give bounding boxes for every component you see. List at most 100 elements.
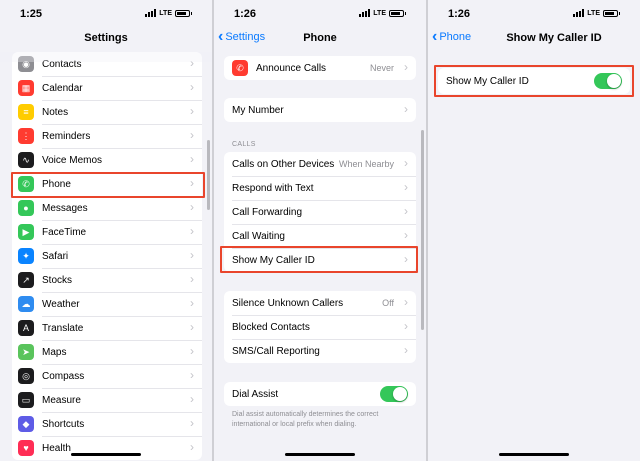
dial-assist-group: Dial Assist	[224, 382, 416, 406]
my-number-label: My Number	[232, 104, 284, 116]
call-waiting-row[interactable]: Call Waiting ›	[224, 224, 416, 248]
settings-item-label: Shortcuts	[42, 418, 85, 430]
chevron-right-icon: ›	[190, 416, 194, 430]
sidebar-item-compass[interactable]: ◎ Compass ›	[12, 364, 202, 388]
status-indicators: LTE	[359, 9, 406, 17]
weather-icon: ☁	[18, 296, 34, 312]
sidebar-item-measure[interactable]: ▭ Measure ›	[12, 388, 202, 412]
chevron-right-icon: ›	[404, 180, 408, 194]
sms-call-reporting-row[interactable]: SMS/Call Reporting ›	[224, 339, 416, 363]
sidebar-item-notes[interactable]: ≡ Notes ›	[12, 100, 202, 124]
highlight-phone	[11, 172, 205, 198]
home-indicator[interactable]	[499, 453, 569, 456]
chevron-right-icon: ›	[190, 104, 194, 118]
home-indicator[interactable]	[285, 453, 355, 456]
status-indicators: LTE	[573, 9, 620, 17]
chevron-right-icon: ›	[404, 204, 408, 218]
row-label: Call Waiting	[232, 230, 285, 242]
announce-calls-value: Never	[369, 63, 394, 73]
network-type: LTE	[587, 9, 600, 17]
calendar-icon: ▦	[18, 80, 34, 96]
translate-icon: A	[18, 320, 34, 336]
row-label: Calls on Other Devices	[232, 158, 335, 170]
dial-assist-toggle[interactable]	[380, 386, 408, 402]
sidebar-item-maps[interactable]: ➤ Maps ›	[12, 340, 202, 364]
page-title: Phone	[303, 32, 337, 44]
sidebar-item-translate[interactable]: A Translate ›	[12, 316, 202, 340]
maps-icon: ➤	[18, 344, 34, 360]
sidebar-item-voice-memos[interactable]: ∿ Voice Memos ›	[12, 148, 202, 172]
voice-memos-icon: ∿	[18, 152, 34, 168]
call-forwarding-row[interactable]: Call Forwarding ›	[224, 200, 416, 224]
sidebar-item-calendar[interactable]: ▦ Calendar ›	[12, 76, 202, 100]
back-label: Phone	[439, 31, 472, 43]
blocked-contacts-row[interactable]: Blocked Contacts ›	[224, 315, 416, 339]
nav-bar: ‹ Phone Show My Caller ID	[428, 28, 640, 50]
settings-list: ◉ Contacts › ▦ Calendar › ≡ Notes › ⋮ Reminders › ∿ V…	[12, 52, 202, 460]
settings-item-label: Compass	[42, 370, 85, 382]
status-indicators: LTE	[145, 9, 192, 17]
chevron-right-icon: ›	[404, 60, 408, 74]
row-label: Respond with Text	[232, 182, 314, 194]
sidebar-item-messages[interactable]: ● Messages ›	[12, 196, 202, 220]
settings-item-label: Measure	[42, 394, 81, 406]
silence-unknown-callers-row[interactable]: Silence Unknown Callers Off ›	[224, 291, 416, 315]
sidebar-item-safari[interactable]: ✦ Safari ›	[12, 244, 202, 268]
sidebar-item-shortcuts[interactable]: ◆ Shortcuts ›	[12, 412, 202, 436]
sidebar-item-weather[interactable]: ☁ Weather ›	[12, 292, 202, 316]
chevron-right-icon: ›	[190, 344, 194, 358]
blocking-group: Silence Unknown Callers Off › Blocked Conta…	[224, 291, 416, 363]
battery-icon	[175, 9, 192, 17]
chevron-right-icon: ›	[404, 295, 408, 309]
network-type: LTE	[373, 9, 386, 17]
stocks-icon: ↗	[18, 272, 34, 288]
sidebar-item-stocks[interactable]: ↗ Stocks ›	[12, 268, 202, 292]
status-time: 1:25	[20, 8, 43, 20]
reminders-icon: ⋮	[18, 128, 34, 144]
shortcuts-icon: ◆	[18, 416, 34, 432]
status-bar: 1:26 LTE	[214, 0, 426, 22]
calls-section-header: CALLS	[232, 141, 256, 148]
page-title: Settings	[84, 32, 128, 44]
settings-item-label: Messages	[42, 202, 88, 214]
health-icon: ♥	[18, 440, 34, 456]
settings-item-label: Weather	[42, 298, 80, 310]
settings-item-label: FaceTime	[42, 226, 87, 238]
notes-icon: ≡	[18, 104, 34, 120]
sidebar-item-reminders[interactable]: ⋮ Reminders ›	[12, 124, 202, 148]
row-value: When Nearby	[338, 159, 394, 169]
chevron-left-icon: ‹	[432, 28, 438, 45]
settings-item-label: Stocks	[42, 274, 73, 286]
status-time: 1:26	[234, 8, 257, 20]
announce-calls-label: Announce Calls	[256, 62, 327, 74]
row-label: Call Forwarding	[232, 206, 303, 218]
settings-item-label: Maps	[42, 346, 67, 358]
home-indicator[interactable]	[71, 453, 141, 456]
sidebar-item-health[interactable]: ♥ Health ›	[12, 436, 202, 460]
chevron-right-icon: ›	[190, 152, 194, 166]
calls-on-other-devices-row[interactable]: Calls on Other Devices When Nearby ›	[224, 152, 416, 176]
status-bar: 1:25 LTE	[0, 0, 212, 22]
battery-icon	[603, 9, 620, 17]
my-number-row[interactable]: My Number ›	[224, 98, 416, 122]
settings-item-label: Safari	[42, 250, 69, 262]
battery-icon	[389, 9, 406, 17]
announce-calls-row[interactable]: ✆ Announce Calls Never ›	[224, 56, 416, 80]
signal-icon	[573, 9, 585, 17]
scrollbar[interactable]	[421, 130, 424, 330]
back-button[interactable]: ‹ Phone	[432, 28, 472, 45]
highlight-show-caller-id	[220, 246, 418, 273]
chevron-right-icon: ›	[190, 296, 194, 310]
chevron-right-icon: ›	[190, 200, 194, 214]
sidebar-item-facetime[interactable]: ▶ FaceTime ›	[12, 220, 202, 244]
respond-with-text-row[interactable]: Respond with Text ›	[224, 176, 416, 200]
caller-id-screen: 1:26 LTE ‹ Phone Show My Caller ID Show …	[428, 0, 640, 461]
scrollbar[interactable]	[207, 140, 210, 210]
nav-bar: Settings	[0, 28, 212, 50]
chevron-right-icon: ›	[190, 248, 194, 262]
chevron-right-icon: ›	[190, 440, 194, 454]
settings-item-label: Health	[42, 442, 71, 454]
status-time: 1:26	[448, 8, 471, 20]
chevron-right-icon: ›	[404, 156, 408, 170]
chevron-right-icon: ›	[190, 320, 194, 334]
